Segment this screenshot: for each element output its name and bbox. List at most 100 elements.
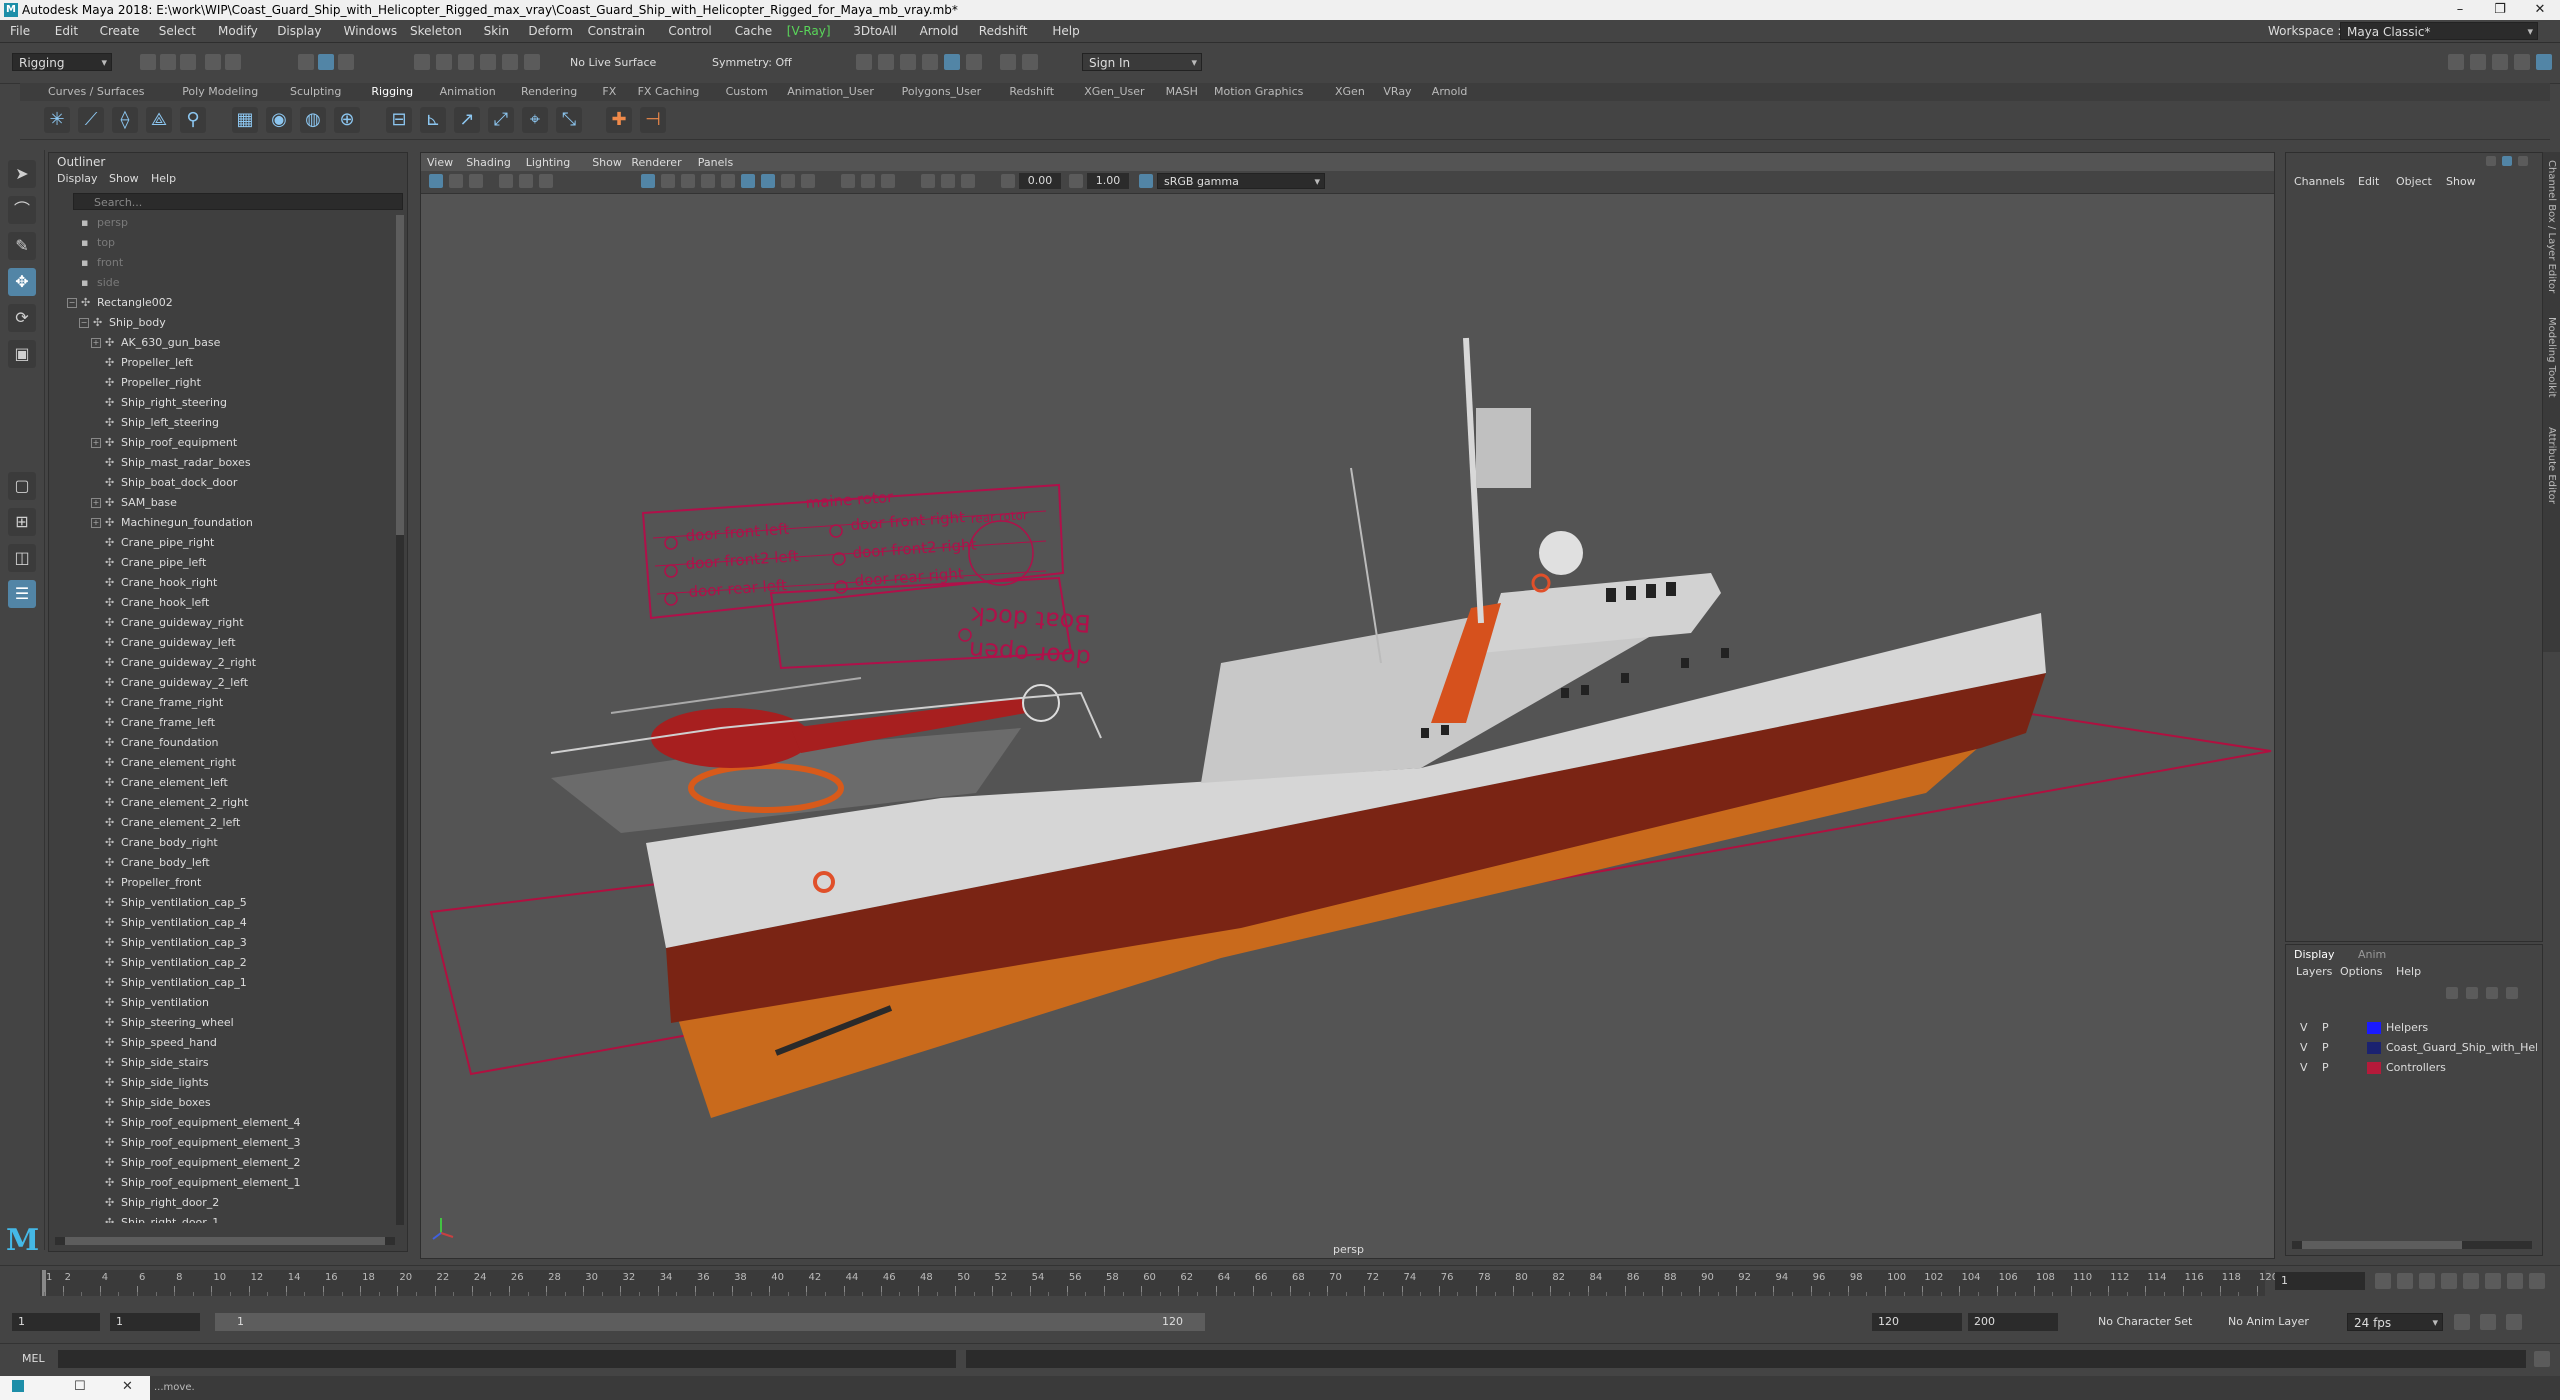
menu-control[interactable]: Control — [668, 24, 711, 38]
viewport-menu-panels[interactable]: Panels — [698, 156, 733, 169]
outliner-item[interactable]: ✣ Propeller_front — [49, 873, 394, 893]
layer-visibility-toggle[interactable]: V — [2300, 1021, 2308, 1034]
outliner-item[interactable]: ✣ Propeller_right — [49, 373, 394, 393]
menu-deform[interactable]: Deform — [528, 24, 573, 38]
range-bar[interactable]: 1 120 — [215, 1313, 1205, 1331]
channelbox-edit-menu[interactable]: Edit — [2358, 175, 2379, 188]
paint-weights-icon[interactable]: ⚲ — [180, 107, 206, 133]
colorspace-select[interactable]: sRGB gamma — [1157, 173, 1325, 190]
menu-edit[interactable]: Edit — [55, 24, 78, 38]
minimize-button[interactable]: – — [2440, 0, 2480, 20]
outliner-item[interactable]: ▪ top — [49, 233, 394, 253]
shelf-tab-redshift[interactable]: Redshift — [1009, 85, 1054, 98]
layer-playback-toggle[interactable]: P — [2322, 1021, 2329, 1034]
live-surface-label[interactable]: No Live Surface — [570, 56, 656, 69]
play-backward-icon[interactable] — [2441, 1273, 2457, 1289]
menu-arnold[interactable]: Arnold — [920, 24, 959, 38]
outliner-item[interactable]: ✣ Ship_ventilation_cap_2 — [49, 953, 394, 973]
outliner-horizontal-scrollbar[interactable] — [55, 1237, 395, 1245]
shelf-tab-polygons-user[interactable]: Polygons_User — [902, 85, 982, 98]
outliner-item[interactable]: ✣ Crane_hook_right — [49, 573, 394, 593]
shelf-tab-curves-surfaces[interactable]: Curves / Surfaces — [48, 85, 145, 98]
render-view-icon[interactable] — [966, 54, 982, 70]
tree-expander-icon[interactable]: + — [91, 338, 101, 348]
current-frame-field[interactable]: 1 — [2275, 1272, 2365, 1290]
outliner-item[interactable]: ✣ Ship_roof_equipment_element_2 — [49, 1153, 394, 1173]
shelf-tab-animation-user[interactable]: Animation_User — [787, 85, 874, 98]
select-object-icon[interactable] — [318, 54, 334, 70]
outliner-persp-layout-icon[interactable]: ☰ — [8, 580, 36, 608]
smooth-shade-icon[interactable] — [661, 174, 675, 188]
go-to-end-icon[interactable] — [2529, 1273, 2545, 1289]
exposure-icon[interactable] — [1001, 174, 1015, 188]
layer-tab-anim[interactable]: Anim — [2358, 948, 2386, 961]
depth-of-field-icon[interactable] — [801, 174, 815, 188]
select-tool-icon[interactable]: ➤ — [8, 160, 36, 188]
outliner-item[interactable]: ✣ Crane_guideway_2_right — [49, 653, 394, 673]
anim-layer-select[interactable]: No Anim Layer — [2228, 1315, 2309, 1328]
loop-icon[interactable] — [2454, 1314, 2470, 1330]
layer-options-menu[interactable]: Options — [2340, 965, 2382, 978]
outliner-item[interactable]: ▪ persp — [49, 213, 394, 233]
outliner-item[interactable]: + ✣ Machinegun_foundation — [49, 513, 394, 533]
shelf-tab-rigging[interactable]: Rigging — [371, 85, 413, 98]
menu-windows[interactable]: Windows — [344, 24, 398, 38]
layer-tab-display[interactable]: Display — [2294, 948, 2335, 961]
pause-render-icon[interactable] — [1022, 54, 1038, 70]
menu-modify[interactable]: Modify — [218, 24, 258, 38]
step-forward-frame-icon[interactable] — [2485, 1273, 2501, 1289]
layer-scrollbar[interactable] — [2292, 1241, 2532, 1249]
move-layer-up-icon[interactable] — [2446, 987, 2458, 999]
outliner-item[interactable]: ✣ Ship_ventilation_cap_5 — [49, 893, 394, 913]
move-layer-down-icon[interactable] — [2466, 987, 2478, 999]
tree-expander-icon[interactable]: + — [91, 518, 101, 528]
move-tool-icon[interactable]: ✥ — [8, 268, 36, 296]
channelbox-layout-icon[interactable] — [2502, 156, 2512, 166]
snap-grid-icon[interactable] — [414, 54, 430, 70]
viewport-menu-shading[interactable]: Shading — [466, 156, 511, 169]
outliner-item[interactable]: ✣ Crane_pipe_left — [49, 553, 394, 573]
menu-help[interactable]: Help — [1052, 24, 1079, 38]
new-empty-layer-icon[interactable] — [2486, 987, 2498, 999]
script-language-label[interactable]: MEL — [22, 1352, 45, 1365]
viewport-menu-renderer[interactable]: Renderer — [631, 156, 681, 169]
lattice-icon[interactable]: ▦ — [232, 107, 258, 133]
timeline-track[interactable]: 1 2 4 6 8 10 12 14 16 18 20 22 24 26 28 30 32 34 36 38 40 42 4… — [40, 1270, 2278, 1296]
viewport-menu-lighting[interactable]: Lighting — [526, 156, 570, 169]
outliner-menu-display[interactable]: Display — [57, 172, 98, 185]
menu-create[interactable]: Create — [100, 24, 140, 38]
use-lights-icon[interactable] — [721, 174, 735, 188]
locator-icon[interactable]: ✚ — [606, 107, 632, 133]
lasso-tool-icon[interactable]: ⌒ — [8, 196, 36, 224]
save-scene-icon[interactable] — [180, 54, 196, 70]
outliner-item[interactable]: ✣ Ship_roof_equipment_element_3 — [49, 1133, 394, 1153]
layer-color-swatch[interactable] — [2367, 1042, 2381, 1054]
shelf-tab-fx-caching[interactable]: FX Caching — [638, 85, 700, 98]
layers-menu[interactable]: Layers — [2296, 965, 2332, 978]
textured-icon[interactable] — [701, 174, 715, 188]
restore-window-icon[interactable]: ☐ — [74, 1379, 86, 1394]
rig-controller-panel[interactable]: maine rotor door front left door front r… — [641, 483, 1161, 743]
select-component-icon[interactable] — [338, 54, 354, 70]
bookmark-icon[interactable] — [469, 174, 483, 188]
menuset-select[interactable]: Rigging — [12, 53, 112, 72]
shadows-icon[interactable] — [741, 174, 755, 188]
outliner-vertical-scrollbar[interactable] — [396, 215, 404, 1225]
grease-pencil-icon[interactable] — [539, 174, 553, 188]
shelf-tab-fx[interactable]: FX — [602, 85, 616, 98]
side-tab-modeling-toolkit[interactable]: Modeling Toolkit — [2546, 317, 2557, 398]
single-view-icon[interactable]: ▢ — [8, 472, 36, 500]
playback-end-field[interactable]: 120 — [1872, 1313, 1962, 1331]
shelf-tab-motion-graphics[interactable]: Motion Graphics — [1214, 85, 1303, 98]
camera-attributes-icon[interactable] — [449, 174, 463, 188]
menu-constrain[interactable]: Constrain — [588, 24, 646, 38]
shelf-tab-animation[interactable]: Animation — [440, 85, 496, 98]
joint-tool-icon[interactable]: ✳ — [44, 107, 70, 133]
shelf-tab-poly-modeling[interactable]: Poly Modeling — [182, 85, 258, 98]
isolate-select-icon[interactable] — [841, 174, 855, 188]
shelf-tab-sculpting[interactable]: Sculpting — [290, 85, 341, 98]
end-time-field[interactable]: 200 — [1968, 1313, 2058, 1331]
shelf-tab-xgen-user[interactable]: XGen_User — [1084, 85, 1144, 98]
tool-settings-icon[interactable] — [2492, 54, 2508, 70]
set-driven-key-icon[interactable]: ⊣ — [640, 107, 666, 133]
